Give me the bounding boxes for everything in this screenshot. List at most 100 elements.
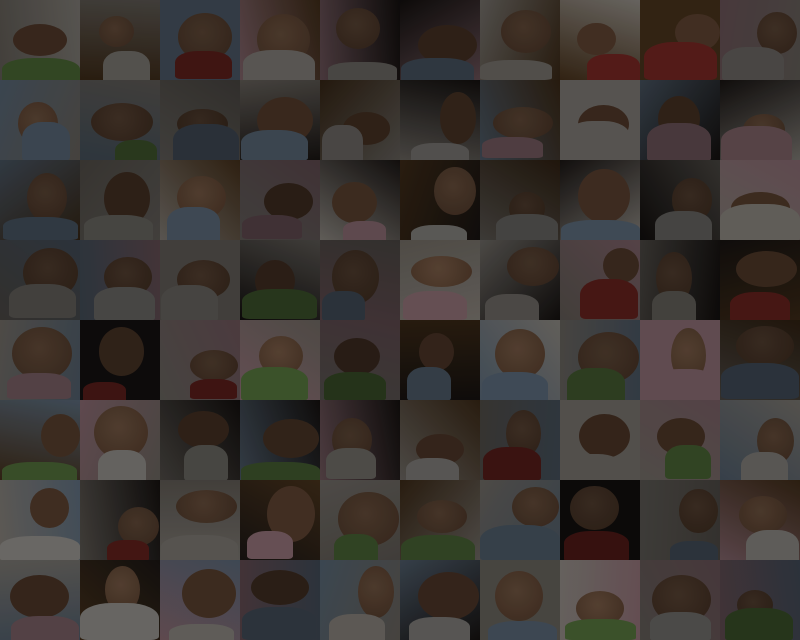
photo-tile bbox=[240, 80, 320, 160]
baby-face bbox=[511, 486, 559, 527]
photo-tile bbox=[320, 80, 400, 160]
baby-clothing bbox=[406, 367, 452, 400]
baby-clothing bbox=[11, 615, 79, 640]
baby-clothing bbox=[402, 290, 467, 320]
baby-clothing bbox=[740, 451, 789, 480]
photo-tile bbox=[720, 160, 800, 240]
baby-clothing bbox=[651, 290, 697, 320]
baby-clothing bbox=[482, 137, 544, 159]
photo-tile bbox=[560, 400, 640, 480]
baby-clothing bbox=[480, 59, 553, 80]
photo-tile bbox=[480, 400, 560, 480]
baby-face bbox=[439, 92, 477, 145]
photo-tile bbox=[480, 320, 560, 400]
photo-tile bbox=[240, 480, 320, 560]
baby-face bbox=[177, 410, 229, 449]
photo-tile bbox=[400, 0, 480, 80]
baby-face bbox=[679, 489, 718, 534]
baby-clothing bbox=[161, 534, 239, 560]
baby-face bbox=[176, 490, 237, 524]
baby-clothing bbox=[241, 215, 303, 239]
baby-face bbox=[507, 246, 560, 286]
photo-tile bbox=[560, 160, 640, 240]
baby-clothing bbox=[720, 125, 793, 160]
photo-tile bbox=[480, 240, 560, 320]
photo-tile bbox=[720, 320, 800, 400]
baby-face bbox=[739, 496, 788, 534]
photo-tile bbox=[400, 560, 480, 640]
baby-clothing bbox=[114, 139, 158, 160]
photo-tile bbox=[160, 480, 240, 560]
baby-face bbox=[357, 566, 394, 618]
photo-tile bbox=[0, 560, 80, 640]
photo-tile bbox=[480, 480, 560, 560]
baby-face bbox=[90, 102, 153, 142]
baby-clothing bbox=[333, 534, 379, 560]
photo-tile bbox=[640, 320, 720, 400]
photo-tile bbox=[80, 240, 160, 320]
baby-clothing bbox=[103, 50, 151, 80]
photo-tile bbox=[160, 560, 240, 640]
photo-tile bbox=[720, 240, 800, 320]
baby-face bbox=[40, 413, 80, 457]
photo-tile bbox=[480, 0, 560, 80]
photo-tile bbox=[160, 240, 240, 320]
photo-tile bbox=[720, 400, 800, 480]
baby-clothing bbox=[411, 143, 469, 160]
photo-tile bbox=[400, 80, 480, 160]
baby-clothing bbox=[720, 203, 800, 240]
photo-tile bbox=[320, 480, 400, 560]
baby-clothing bbox=[496, 213, 559, 240]
baby-clothing bbox=[169, 624, 234, 640]
baby-face bbox=[251, 569, 310, 605]
baby-clothing bbox=[654, 211, 713, 240]
photo-tile bbox=[0, 0, 80, 80]
baby-clothing bbox=[587, 54, 640, 80]
photo-tile bbox=[160, 80, 240, 160]
baby-clothing bbox=[241, 288, 317, 319]
baby-face bbox=[99, 327, 145, 376]
baby-clothing bbox=[241, 607, 316, 640]
baby-clothing bbox=[94, 287, 156, 320]
baby-clothing bbox=[643, 41, 718, 80]
photo-tile bbox=[640, 80, 720, 160]
baby-clothing bbox=[561, 220, 640, 240]
photo-tile bbox=[400, 400, 480, 480]
photo-tile bbox=[0, 80, 80, 160]
baby-clothing bbox=[409, 617, 471, 640]
baby-clothing bbox=[98, 450, 147, 480]
baby-face bbox=[418, 332, 454, 371]
photo-tile bbox=[560, 0, 640, 80]
baby-clothing bbox=[241, 129, 309, 160]
baby-face bbox=[98, 15, 134, 47]
photo-tile bbox=[240, 560, 320, 640]
photo-tile bbox=[320, 400, 400, 480]
photo-tile bbox=[80, 400, 160, 480]
baby-clothing bbox=[167, 207, 220, 240]
photo-tile bbox=[0, 320, 80, 400]
photo-tile bbox=[80, 320, 160, 400]
baby-clothing bbox=[724, 607, 793, 640]
photo-tile bbox=[480, 80, 560, 160]
baby-clothing bbox=[7, 372, 72, 400]
photo-tile bbox=[80, 160, 160, 240]
baby-clothing bbox=[487, 620, 558, 640]
baby-face bbox=[181, 569, 237, 618]
baby-clothing bbox=[326, 448, 377, 479]
baby-clothing bbox=[241, 367, 309, 400]
baby-clothing bbox=[321, 125, 363, 160]
baby-clothing bbox=[482, 372, 549, 400]
baby-clothing bbox=[327, 62, 398, 80]
photo-tile bbox=[640, 560, 720, 640]
baby-clothing bbox=[482, 446, 541, 480]
baby-face bbox=[735, 326, 794, 367]
baby-face bbox=[13, 24, 68, 56]
baby-clothing bbox=[161, 284, 219, 320]
baby-clothing bbox=[405, 457, 460, 480]
baby-clothing bbox=[107, 539, 150, 560]
baby-face bbox=[578, 168, 630, 224]
baby-face bbox=[494, 570, 543, 622]
photo-tile bbox=[480, 160, 560, 240]
baby-clothing bbox=[242, 50, 315, 80]
baby-clothing bbox=[565, 121, 631, 159]
